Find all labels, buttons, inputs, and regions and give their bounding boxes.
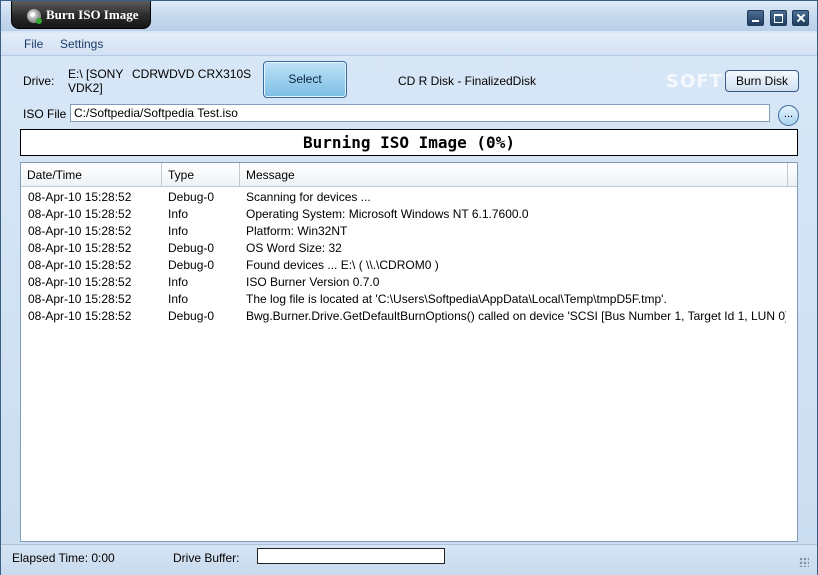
log-cell-message: The log file is located at 'C:\Users\Sof… <box>246 292 667 306</box>
log-row[interactable]: 08-Apr-10 15:28:52 Debug-0 OS Word Size: 3… <box>21 240 797 257</box>
log-row[interactable]: 08-Apr-10 15:28:52 Debug-0 Scanning for de… <box>21 189 797 206</box>
close-icon[interactable] <box>792 10 809 26</box>
iso-file-label: ISO File <box>23 107 67 121</box>
log-cell-message: Platform: Win32NT <box>246 224 348 238</box>
browse-button[interactable]: ... <box>778 105 799 126</box>
log-cell-type: Debug-0 <box>168 309 215 323</box>
log-cell-datetime: 08-Apr-10 15:28:52 <box>28 309 132 323</box>
title-bar[interactable]: Burn ISO Image <box>1 1 817 31</box>
window-controls <box>745 10 809 26</box>
log-cell-type: Info <box>168 207 189 221</box>
drive-device-model: CDRWDVD CRX310S <box>132 67 252 81</box>
log-row[interactable]: 08-Apr-10 15:28:52 Info The log file is lo… <box>21 291 797 308</box>
log-cell-message: Scanning for devices ... <box>246 190 371 204</box>
log-cell-type: Debug-0 <box>168 190 215 204</box>
minimize-icon[interactable] <box>747 10 765 26</box>
log-cell-datetime: 08-Apr-10 15:28:52 <box>28 258 132 272</box>
column-header-type[interactable]: Type <box>162 163 240 186</box>
column-header-datetime[interactable]: Date/Time <box>21 163 162 186</box>
log-cell-type: Info <box>168 292 189 306</box>
disk-status: CD R Disk - FinalizedDisk <box>398 74 537 88</box>
status-bar: Elapsed Time: 0:00 Drive Buffer: <box>1 544 817 575</box>
menu-file[interactable]: File <box>24 37 43 51</box>
iso-file-input[interactable]: C:/Softpedia/Softpedia Test.iso <box>70 104 770 122</box>
burn-progress-banner: Burning ISO Image (0%) <box>20 129 798 156</box>
drive-device-line2: VDK2] <box>68 81 103 95</box>
select-drive-button[interactable]: Select <box>263 61 347 98</box>
log-cell-datetime: 08-Apr-10 15:28:52 <box>28 207 132 221</box>
drive-label: Drive: <box>23 74 55 88</box>
resize-grip-icon[interactable] <box>799 557 809 567</box>
log-row[interactable]: 08-Apr-10 15:28:52 Debug-0 Bwg.Burner.Driv… <box>21 308 797 325</box>
log-cell-type: Info <box>168 275 189 289</box>
title-tab: Burn ISO Image <box>11 1 151 29</box>
log-row[interactable]: 08-Apr-10 15:28:52 Info Operating System: … <box>21 206 797 223</box>
log-cell-type: Info <box>168 224 189 238</box>
log-cell-message: OS Word Size: 32 <box>246 241 342 255</box>
elapsed-time: Elapsed Time: 0:00 <box>12 551 115 565</box>
column-header-message[interactable]: Message <box>240 163 788 186</box>
window-title: Burn ISO Image <box>46 7 139 22</box>
log-cell-datetime: 08-Apr-10 15:28:52 <box>28 224 132 238</box>
maximize-icon[interactable] <box>769 10 787 26</box>
drive-buffer-bar <box>257 548 445 564</box>
disc-icon <box>27 9 42 24</box>
log-row[interactable]: 08-Apr-10 15:28:52 Debug-0 Found devices .… <box>21 257 797 274</box>
log-cell-type: Debug-0 <box>168 241 215 255</box>
log-cell-datetime: 08-Apr-10 15:28:52 <box>28 275 132 289</box>
burn-disk-button[interactable]: Burn Disk <box>725 70 799 92</box>
log-cell-datetime: 08-Apr-10 15:28:52 <box>28 241 132 255</box>
log-cell-datetime: 08-Apr-10 15:28:52 <box>28 190 132 204</box>
log-header: Date/Time Type Message <box>21 163 797 187</box>
log-cell-type: Debug-0 <box>168 258 215 272</box>
log-cell-datetime: 08-Apr-10 15:28:52 <box>28 292 132 306</box>
log-cell-message: ISO Burner Version 0.7.0 <box>246 275 380 289</box>
log-list[interactable]: Date/Time Type Message 08-Apr-10 15:28:5… <box>20 162 798 542</box>
log-cell-message: Bwg.Burner.Drive.GetDefaultBurnOptions()… <box>246 309 786 323</box>
menu-settings[interactable]: Settings <box>60 37 103 51</box>
log-row[interactable]: 08-Apr-10 15:28:52 Info Platform: Win32NT <box>21 223 797 240</box>
main-window: Burn ISO Image File Settings Drive: E:\ … <box>0 0 818 575</box>
log-cell-message: Operating System: Microsoft Windows NT 6… <box>246 207 529 221</box>
drive-buffer-label: Drive Buffer: <box>173 551 240 565</box>
menu-bar: File Settings <box>1 33 817 56</box>
log-cell-message: Found devices ... E:\ ( \\.\CDROM0 ) <box>246 258 439 272</box>
log-row[interactable]: 08-Apr-10 15:28:52 Info ISO Burner Version… <box>21 274 797 291</box>
drive-device-line1: E:\ [SONY <box>68 67 124 81</box>
